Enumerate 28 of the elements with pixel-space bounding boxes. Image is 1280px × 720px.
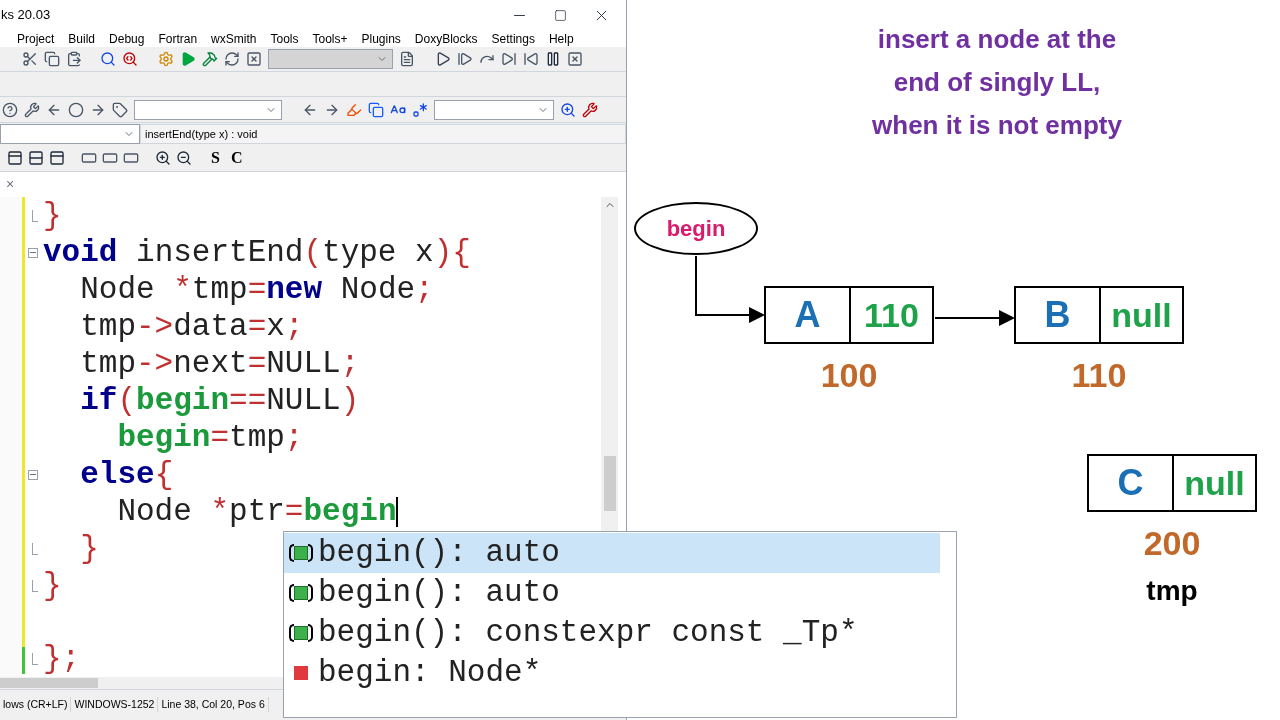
pointer-label: begin [634, 202, 758, 255]
code-line: } [79, 530, 99, 567]
node-data: B [1016, 288, 1101, 342]
code-line: } [43, 567, 62, 604]
node-data: A [766, 288, 851, 342]
status-text: Line 38, Col 20, Pos 6 [158, 696, 269, 713]
code-line: else{ [79, 456, 174, 493]
code-line: Node *ptr=begin [116, 493, 397, 530]
code-line: begin=tmp; [116, 419, 304, 456]
node-address: 110 [1070, 355, 1128, 396]
status-text: WINDOWS-1252 [71, 696, 159, 713]
code-line: }; [43, 640, 81, 677]
code-line: tmp->data=x; [79, 308, 304, 345]
code-line: if(begin==NULL) [79, 382, 360, 419]
node-address: 200 [1142, 523, 1202, 564]
window-title: ks 20.03 [1, 6, 51, 25]
node-data: C [1089, 456, 1174, 510]
node-next: null [1183, 462, 1246, 504]
node-address: 100 [819, 355, 879, 396]
variable-label: tmp [1145, 574, 1199, 608]
status-text: lows (CR+LF) [0, 696, 72, 713]
node-next: null [1110, 294, 1173, 336]
code-line: tmp->next=NULL; [79, 345, 360, 382]
node-next: 110 [863, 294, 920, 336]
code-line: Node *tmp=new Node; [79, 271, 434, 308]
code-line: void insertEnd(type x){ [43, 234, 471, 271]
heading-text: insert a node at the end of singly LL, when it is not empty [871, 23, 1123, 142]
code-line: } [43, 197, 62, 234]
